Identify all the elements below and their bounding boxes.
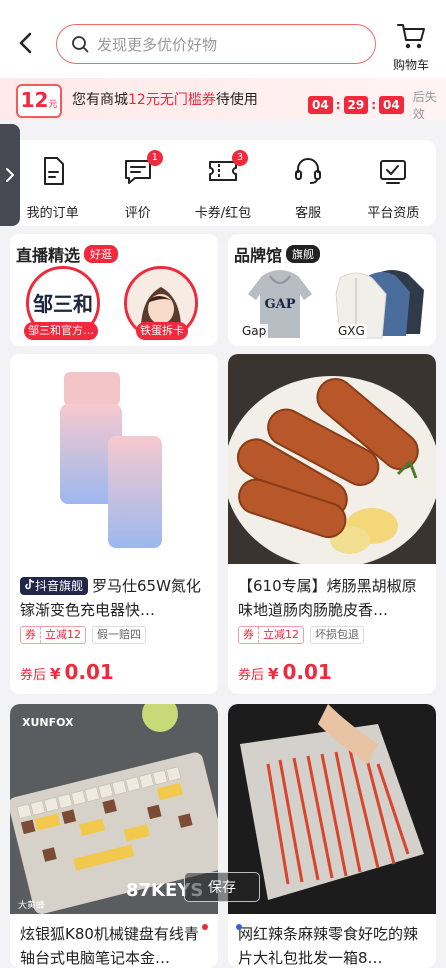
sausage-product-image bbox=[228, 354, 436, 564]
nav-reviews[interactable]: 1 评价 bbox=[99, 150, 177, 226]
currency: ¥ bbox=[268, 665, 279, 683]
brand-tag: 旗舰 bbox=[286, 245, 321, 263]
cart-icon bbox=[397, 24, 425, 49]
top-header: 发现更多优价好物 购物车 bbox=[0, 0, 446, 78]
brand-name: GXG bbox=[336, 324, 367, 338]
service-tag: 坏损包退 bbox=[310, 626, 364, 644]
live-picks-card[interactable]: 直播精选 好逛 邹三和 邹三和官方… 铁蛋拆卡 bbox=[10, 234, 218, 346]
price: 0.01 bbox=[282, 660, 332, 684]
search-placeholder: 发现更多优价好物 bbox=[97, 35, 218, 54]
cart-button[interactable]: 购物车 bbox=[388, 22, 434, 73]
search-icon bbox=[72, 36, 89, 53]
nav-label: 客服 bbox=[295, 206, 322, 221]
section-title: 直播精选 好逛 bbox=[16, 242, 119, 266]
coupon-tag-label: 券 bbox=[239, 627, 259, 643]
coupon-unit: 元 bbox=[48, 100, 58, 110]
product-tags: 券 立减12 假一赔四 bbox=[20, 626, 146, 644]
product-title: 炫银狐K80机械键盘有线青轴台式电脑笔记本金… bbox=[20, 925, 199, 967]
coupon-tag-label: 券 bbox=[21, 627, 41, 643]
brand-name: Gap bbox=[240, 324, 269, 338]
order-icon bbox=[43, 157, 64, 185]
svg-text:大黄蜂: 大黄蜂 bbox=[18, 899, 45, 911]
timer-hours: 04 bbox=[308, 96, 333, 114]
product-card[interactable]: 【610专属】烤肠黑胡椒原味地道肠肉肠脆皮香… 券 立减12 坏损包退 券后 ¥… bbox=[228, 354, 436, 694]
product-title: 【610专属】烤肠黑胡椒原味地道肠肉肠脆皮香… bbox=[238, 577, 417, 619]
coupon-tag: 券 立减12 bbox=[238, 626, 304, 644]
price-prefix: 券后 bbox=[20, 668, 47, 683]
coupon-count-badge: 3 bbox=[231, 150, 248, 166]
timer-after-label: 后失效 bbox=[412, 90, 437, 121]
nav-my-orders[interactable]: 我的订单 bbox=[14, 154, 92, 226]
svg-text:GAP: GAP bbox=[265, 297, 296, 312]
currency: ¥ bbox=[50, 665, 61, 683]
nav-label: 我的订单 bbox=[26, 206, 79, 221]
coupon-text-highlight: 12元无门槛券 bbox=[128, 92, 216, 108]
certificate-icon bbox=[380, 160, 407, 184]
side-drawer-handle[interactable] bbox=[0, 124, 20, 226]
product-title: 抖音旗舰 罗马仕65W氮化镓渐变色充电器快… bbox=[20, 574, 212, 622]
service-tag: 假一赔四 bbox=[92, 626, 146, 644]
indicator-dot bbox=[236, 924, 242, 930]
save-button[interactable]: 保存 bbox=[184, 872, 260, 902]
nav-label: 卡券/红包 bbox=[194, 206, 252, 221]
product-title: 网红辣条麻辣零食好吃的辣片大礼包批发一箱8… bbox=[238, 925, 419, 967]
product-card[interactable]: 网红辣条麻辣零食好吃的辣片大礼包批发一箱8… bbox=[228, 704, 436, 968]
coupon-text-prefix: 您有商城 bbox=[72, 92, 128, 108]
price-row: 券后 ¥ 0.01 bbox=[20, 660, 114, 684]
streamer-name: 邹三和官方… bbox=[24, 322, 98, 340]
back-button[interactable] bbox=[14, 28, 38, 58]
back-arrow-icon bbox=[19, 32, 32, 54]
brand-title: 品牌馆 bbox=[234, 246, 283, 265]
product-tags: 券 立减12 坏损包退 bbox=[238, 626, 364, 644]
store-tag-text: 抖音旗舰 bbox=[35, 579, 84, 593]
review-badge: 1 bbox=[146, 150, 163, 166]
product-card[interactable]: XUNFOX 87KEYS 大黄蜂 炫银狐K80机械键盘有线青轴台式电脑笔记本金… bbox=[10, 704, 218, 968]
indicator-dot bbox=[202, 924, 208, 930]
nav-platform-qualification[interactable]: 平台资质 bbox=[354, 154, 432, 226]
nav-label: 评价 bbox=[124, 206, 151, 221]
tiktok-icon bbox=[25, 578, 35, 590]
charger-product-image bbox=[10, 354, 218, 564]
price-prefix: 券后 bbox=[238, 668, 265, 683]
coupon-text-suffix: 待使用 bbox=[215, 92, 258, 108]
live-tag: 好逛 bbox=[84, 245, 119, 263]
streamer-name: 铁蛋拆卡 bbox=[136, 322, 188, 340]
coupon-tag-value: 立减12 bbox=[263, 628, 299, 641]
coupon-text: 您有商城12元无门槛券待使用 bbox=[72, 89, 258, 109]
section-title: 品牌馆 旗舰 bbox=[234, 242, 321, 266]
timer-colon: : bbox=[371, 98, 377, 112]
live-title: 直播精选 bbox=[16, 246, 81, 265]
search-input[interactable]: 发现更多优价好物 bbox=[56, 24, 376, 64]
price: 0.01 bbox=[64, 660, 114, 684]
nav-label: 平台资质 bbox=[367, 206, 420, 221]
product-card[interactable]: 抖音旗舰 罗马仕65W氮化镓渐变色充电器快… 券 立减12 假一赔四 券后 ¥ … bbox=[10, 354, 218, 694]
coupon-tag: 券 立减12 bbox=[20, 626, 86, 644]
coupon-badge: 12 元 bbox=[16, 84, 62, 118]
price-row: 券后 ¥ 0.01 bbox=[238, 660, 332, 684]
timer-seconds: 04 bbox=[379, 96, 404, 114]
coupon-tag-value: 立减12 bbox=[45, 628, 81, 641]
svg-text:XUNFOX: XUNFOX bbox=[22, 716, 74, 729]
coupon-amount: 12 bbox=[20, 88, 49, 112]
svg-text:邹三和: 邹三和 bbox=[32, 292, 93, 316]
cart-label: 购物车 bbox=[392, 58, 429, 72]
chevron-right-icon bbox=[6, 168, 14, 182]
nav-coupons[interactable]: 3 卡券/红包 bbox=[184, 150, 262, 226]
brand-hall-card[interactable]: 品牌馆 旗舰 GAP Gap GXG bbox=[228, 234, 436, 346]
timer-minutes: 29 bbox=[343, 96, 369, 114]
timer-colon: : bbox=[335, 98, 341, 112]
store-tag: 抖音旗舰 bbox=[20, 577, 89, 595]
nav-customer-service[interactable]: 客服 bbox=[269, 154, 347, 226]
headset-icon bbox=[295, 158, 322, 184]
quick-nav: 我的订单 1 评价 3 卡券/红包 客服 平台资质 bbox=[10, 140, 436, 226]
coupon-countdown: 04 : 29 : 04 后失效 bbox=[308, 88, 446, 122]
